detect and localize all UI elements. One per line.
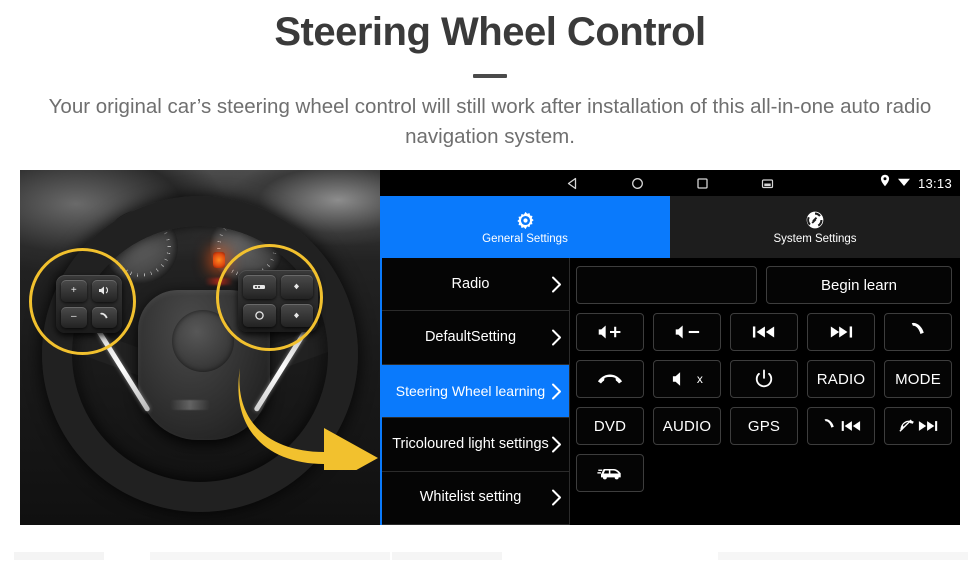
previous-track-icon [841,419,861,433]
tab-system-settings[interactable]: System Settings [670,196,960,258]
tab-system-settings-label: System Settings [773,233,857,245]
tab-general-settings[interactable]: General Settings [380,196,670,258]
back-icon[interactable] [566,177,579,190]
highlight-circle-left [29,248,136,355]
gear-icon [514,209,536,231]
volume-up-icon [597,323,623,341]
sidebar-item-tricoloured-light-settings[interactable]: Tricoloured light settings [382,418,569,472]
next-section-hint [392,552,502,560]
sidebar-item-label: DefaultSetting [424,329,517,346]
next-track-icon [918,419,938,433]
sidebar-item-label: Radio [451,275,490,292]
yellow-arrow-icon [232,360,380,470]
radio-button[interactable]: RADIO [807,360,875,398]
settings-body: Radio DefaultSetting Steering Wheel lear… [380,258,960,525]
chevron-right-icon [549,489,563,506]
call-answer-button[interactable] [884,313,952,351]
sidebar-item-whitelist-setting[interactable]: Whitelist setting [382,472,569,525]
mute-button[interactable]: x [653,360,721,398]
previous-track-button[interactable] [730,313,798,351]
screenshot-icon[interactable] [761,178,774,189]
steering-wheel-photo: + – [20,170,380,525]
android-status-bar: 13:13 [380,170,960,196]
head-unit-screen: 13:13 General Settings System Settings R… [380,170,960,525]
learn-toolbar: Begin learn [576,266,952,304]
swc-key-grid: x RADIO MODE DVD AUDIO GPS [576,313,952,492]
sidebar-item-steering-wheel-learning[interactable]: Steering Wheel learning [382,364,569,419]
chevron-right-icon [549,329,563,346]
next-track-button[interactable] [807,313,875,351]
sidebar-item-label: Whitelist setting [419,489,522,506]
callend-next-button[interactable] [884,407,952,445]
chevron-right-icon [549,436,563,453]
car-icon [597,464,623,482]
call-hangup-button[interactable] [576,360,644,398]
page-subtitle: Your original car’s steering wheel contr… [48,95,932,148]
wifi-icon [897,174,911,192]
location-pin-icon [880,174,890,192]
call-previous-button[interactable] [807,407,875,445]
home-icon[interactable] [631,177,644,190]
next-section-hint [14,552,104,560]
status-bar-right: 13:13 [880,170,952,196]
page-root: Steering Wheel Control Your original car… [0,0,980,564]
call-answer-icon [907,322,929,342]
car-settings-button[interactable] [576,454,644,492]
settings-menu-list: Radio DefaultSetting Steering Wheel lear… [380,258,570,525]
mute-icon [671,370,691,388]
page-title: Steering Wheel Control [274,10,706,54]
power-icon [754,369,774,389]
figure-steering-wheel-control: + – 13:13 General Settings System Settin… [20,170,960,525]
title-divider [473,74,507,78]
volume-down-icon [674,323,700,341]
recents-icon[interactable] [696,177,709,190]
chevron-right-icon [549,276,563,293]
highlight-circle-right [216,244,323,351]
tab-general-settings-label: General Settings [482,233,568,245]
audio-button[interactable]: AUDIO [653,407,721,445]
sidebar-item-defaultsetting[interactable]: DefaultSetting [382,311,569,365]
settings-tabs: General Settings System Settings [380,196,960,258]
system-settings-icon [804,209,826,231]
sidebar-item-radio[interactable]: Radio [382,258,569,312]
mode-button[interactable]: MODE [884,360,952,398]
call-hangup-icon [597,371,623,387]
next-track-icon [829,324,853,340]
sidebar-item-label: Tricoloured light settings [392,435,549,452]
power-button[interactable] [730,360,798,398]
steering-wheel-learning-panel: Begin learn x RADIO MODE DVD AUDIO GPS [570,258,960,525]
status-clock: 13:13 [917,175,952,191]
chevron-right-icon [549,383,563,400]
learn-display-field[interactable] [576,266,757,304]
mute-x-label: x [696,372,704,386]
begin-learn-button[interactable]: Begin learn [766,266,952,304]
volume-up-button[interactable] [576,313,644,351]
call-hangup-icon [898,418,915,434]
next-section-hint [150,552,390,560]
dvd-button[interactable]: DVD [576,407,644,445]
volume-down-button[interactable] [653,313,721,351]
call-answer-icon [821,418,838,434]
next-section-hint [718,552,968,560]
previous-track-icon [752,324,776,340]
sidebar-item-label: Steering Wheel learning [395,382,546,399]
gps-button[interactable]: GPS [730,407,798,445]
